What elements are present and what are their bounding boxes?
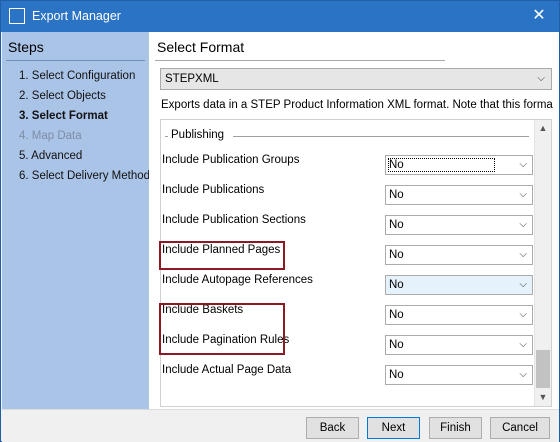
steps-divider (6, 60, 145, 61)
option-value: No (389, 369, 404, 381)
option-row: Include Actual Page Data No ⌵ (161, 361, 533, 391)
back-button[interactable]: Back (306, 417, 359, 439)
option-row: Include Publication Groups No ⌵ (161, 151, 533, 181)
option-label: Include Publication Groups (162, 154, 300, 166)
group-name: Publishing (171, 129, 225, 141)
dialog-footer: Back Next Finish Cancel (2, 409, 559, 442)
option-value: No (389, 309, 404, 321)
close-icon[interactable]: ✕ (529, 6, 549, 26)
option-value: No (389, 219, 404, 231)
option-dropdown[interactable]: No ⌵ (385, 335, 533, 355)
chevron-down-icon: ⌵ (519, 339, 527, 350)
option-label: Include Publication Sections (162, 214, 306, 226)
step-select-delivery-method[interactable]: 6. Select Delivery Method (19, 169, 150, 189)
steps-list: 1. Select Configuration 2. Select Object… (19, 69, 150, 189)
option-dropdown[interactable]: No ⌵ (385, 155, 533, 175)
next-button[interactable]: Next (367, 417, 420, 439)
option-row: Include Publications No ⌵ (161, 181, 533, 211)
step-advanced[interactable]: 5. Advanced (19, 149, 150, 169)
option-label: Include Publications (162, 184, 265, 196)
option-value: No (389, 279, 404, 291)
chevron-down-icon: ⌵ (519, 159, 527, 170)
step-select-configuration[interactable]: 1. Select Configuration (19, 69, 150, 89)
format-description: Exports data in a STEP Product Informati… (161, 99, 553, 111)
option-value: No (389, 249, 404, 261)
finish-button[interactable]: Finish (429, 417, 482, 439)
app-icon (9, 8, 25, 24)
option-value: No (389, 189, 404, 201)
option-label: Include Actual Page Data (162, 364, 292, 376)
chevron-down-icon: ⌵ (519, 219, 527, 230)
highlight-box-planned-pages (159, 241, 285, 270)
chevron-down-icon: ⌵ (519, 189, 527, 200)
scrollbar-thumb[interactable] (536, 350, 550, 388)
option-dropdown[interactable]: No ⌵ (385, 245, 533, 265)
steps-sidebar: Steps 1. Select Configuration 2. Select … (2, 32, 150, 409)
vertical-scrollbar[interactable]: ▲ ▼ (534, 120, 551, 406)
export-manager-window: Export Manager ✕ Steps 1. Select Configu… (0, 0, 560, 442)
option-dropdown[interactable]: No ⌵ (385, 215, 533, 235)
option-value: No (389, 339, 404, 351)
option-dropdown[interactable]: No ⌵ (385, 275, 533, 295)
chevron-down-icon: ⌵ (519, 249, 527, 260)
step-select-objects[interactable]: 2. Select Objects (19, 89, 150, 109)
format-select-value: STEPXML (165, 73, 219, 85)
steps-title: Steps (8, 39, 44, 55)
option-value: No (388, 158, 495, 172)
title-divider (155, 60, 445, 61)
option-dropdown[interactable]: No ⌵ (385, 185, 533, 205)
group-header-lead-line (165, 136, 168, 137)
chevron-down-icon: ⌵ (519, 279, 527, 290)
option-dropdown[interactable]: No ⌵ (385, 365, 533, 385)
group-header-publishing: Publishing (165, 129, 529, 143)
chevron-down-icon: ⌵ (537, 73, 545, 84)
option-label: Include Autopage References (162, 274, 313, 286)
option-dropdown[interactable]: No ⌵ (385, 305, 533, 325)
scroll-down-icon[interactable]: ▼ (535, 389, 551, 406)
format-select[interactable]: STEPXML ⌵ (160, 68, 552, 90)
option-row: Include Autopage References No ⌵ (161, 271, 533, 301)
cancel-button[interactable]: Cancel (490, 417, 550, 439)
title-bar[interactable]: Export Manager ✕ (1, 1, 559, 32)
step-map-data: 4. Map Data (19, 130, 82, 142)
scroll-up-icon[interactable]: ▲ (535, 120, 551, 137)
step-select-format[interactable]: 3. Select Format (19, 109, 150, 129)
window-title: Export Manager (32, 9, 121, 23)
chevron-down-icon: ⌵ (519, 369, 527, 380)
option-row: Include Publication Sections No ⌵ (161, 211, 533, 241)
page-title: Select Format (157, 39, 245, 55)
group-header-line (233, 136, 529, 137)
chevron-down-icon: ⌵ (519, 309, 527, 320)
highlight-box-baskets-pagination (159, 303, 285, 355)
